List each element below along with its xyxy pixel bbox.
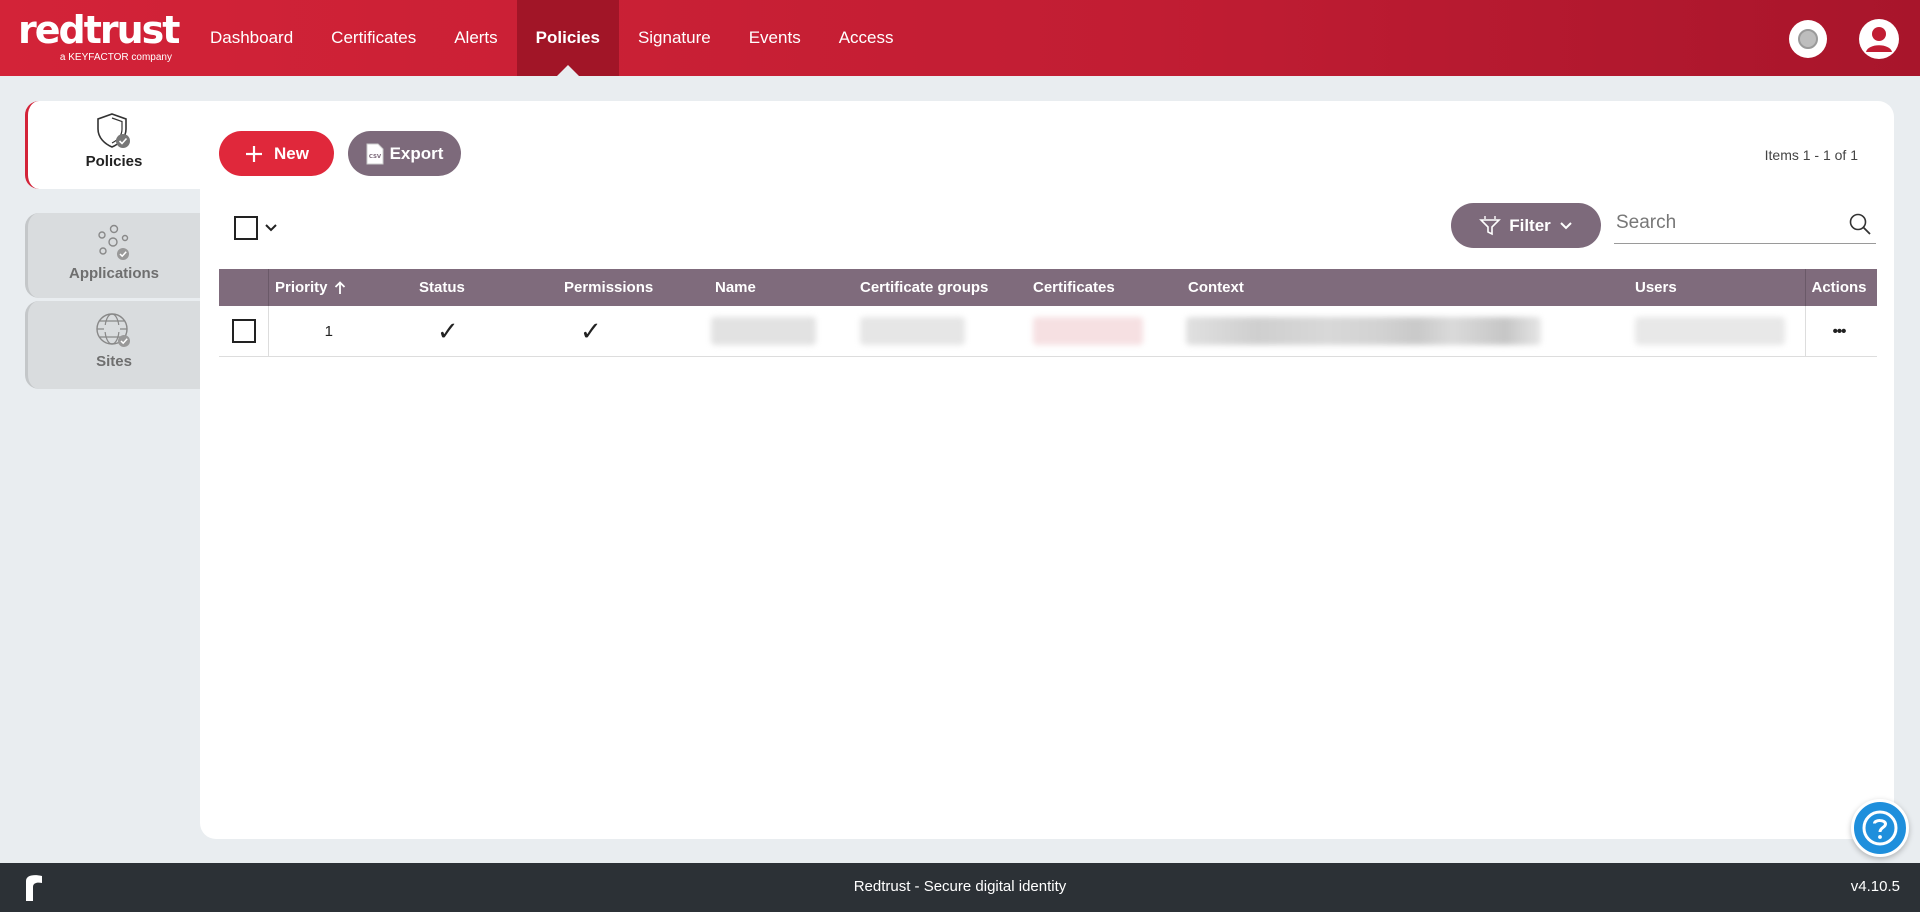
nav-policies[interactable]: Policies bbox=[516, 0, 619, 76]
sidebar-tab-label: Applications bbox=[68, 265, 159, 282]
table-row[interactable]: 1 ✓ ✓ ••• bbox=[219, 306, 1877, 357]
redacted-certificates bbox=[1033, 317, 1143, 345]
chevron-down-icon bbox=[265, 224, 277, 232]
globe-check-icon bbox=[96, 313, 130, 347]
table-header: Priority Status Permissions Name Certifi… bbox=[219, 269, 1877, 306]
nav-events[interactable]: Events bbox=[730, 0, 820, 76]
sidebar-tab-applications[interactable]: Applications bbox=[25, 213, 200, 298]
nav-access[interactable]: Access bbox=[820, 0, 913, 76]
certificates-cell bbox=[1027, 317, 1182, 345]
column-header-certificate-groups[interactable]: Certificate groups bbox=[854, 279, 1027, 296]
row-checkbox[interactable] bbox=[231, 319, 256, 343]
question-mark-icon bbox=[1862, 810, 1898, 846]
redacted-name bbox=[711, 317, 816, 345]
permissions-check-icon: ✓ bbox=[580, 315, 602, 346]
nav-certificates[interactable]: Certificates bbox=[312, 0, 435, 76]
redacted-users bbox=[1635, 317, 1785, 345]
footer: Redtrust - Secure digital identity v4.10… bbox=[0, 863, 1920, 912]
name-cell bbox=[709, 317, 854, 345]
sidebar-tab-policies[interactable]: Policies bbox=[25, 101, 200, 189]
select-all-dropdown[interactable] bbox=[234, 216, 278, 240]
sidebar-tab-sites[interactable]: Sites bbox=[25, 301, 200, 389]
sidebar-tab-label: Policies bbox=[85, 153, 143, 170]
items-count: Items 1 - 1 of 1 bbox=[1764, 147, 1858, 163]
brand-tagline: a KEYFACTOR company bbox=[59, 52, 172, 63]
sidebar-tab-label: Sites bbox=[96, 353, 132, 370]
column-header-certificates[interactable]: Certificates bbox=[1027, 279, 1182, 296]
column-header-status[interactable]: Status bbox=[413, 279, 558, 296]
sort-ascending-icon bbox=[334, 280, 345, 294]
top-navbar: redtrust a KEYFACTOR company Dashboard C… bbox=[0, 0, 1920, 76]
column-header-permissions[interactable]: Permissions bbox=[558, 279, 709, 296]
main-nav: Dashboard Certificates Alerts Policies S… bbox=[191, 0, 913, 76]
new-button-label: New bbox=[274, 143, 309, 163]
search-input[interactable] bbox=[1614, 204, 1834, 242]
policies-table: Priority Status Permissions Name Certifi… bbox=[219, 269, 1877, 357]
row-select-cell bbox=[219, 306, 269, 356]
priority-cell: 1 bbox=[324, 322, 333, 340]
export-button-label: Export bbox=[389, 143, 444, 163]
search-box bbox=[1614, 204, 1876, 244]
connection-status-indicator[interactable] bbox=[1789, 20, 1827, 58]
export-button[interactable]: CSV Export bbox=[348, 131, 461, 176]
brand-logo[interactable]: redtrust a KEYFACTOR company bbox=[18, 8, 180, 66]
column-label: Priority bbox=[275, 279, 328, 296]
row-actions-menu[interactable]: ••• bbox=[1805, 306, 1872, 356]
policies-panel: New CSV Export Items 1 - 1 of 1 Filter S… bbox=[200, 101, 1894, 839]
column-header-priority[interactable]: Priority bbox=[269, 279, 413, 296]
nav-signature[interactable]: Signature bbox=[619, 0, 730, 76]
applications-icon bbox=[98, 224, 129, 260]
redacted-certificate-groups bbox=[860, 317, 965, 345]
csv-file-icon: CSV bbox=[366, 143, 384, 164]
column-header-context[interactable]: Context bbox=[1182, 279, 1629, 296]
status-icon bbox=[1798, 29, 1818, 49]
certificate-groups-cell bbox=[854, 317, 1027, 345]
context-cell bbox=[1182, 317, 1629, 345]
funnel-icon bbox=[1479, 215, 1502, 235]
brand-name: redtrust bbox=[18, 8, 180, 52]
column-header-actions: Actions bbox=[1805, 269, 1872, 306]
select-all-checkbox[interactable] bbox=[234, 216, 258, 240]
filter-button-label: Filter bbox=[1509, 215, 1551, 235]
chevron-down-icon bbox=[1560, 221, 1572, 229]
filter-button[interactable]: Filter bbox=[1451, 203, 1601, 248]
plus-icon bbox=[246, 145, 263, 162]
shield-check-icon bbox=[97, 113, 130, 148]
redacted-context bbox=[1186, 317, 1541, 345]
new-policy-button[interactable]: New bbox=[219, 131, 334, 176]
user-icon bbox=[1860, 20, 1898, 58]
column-header-name[interactable]: Name bbox=[709, 279, 854, 296]
app-version: v4.10.5 bbox=[1850, 878, 1900, 895]
user-avatar[interactable] bbox=[1859, 19, 1899, 59]
status-check-icon: ✓ bbox=[437, 315, 459, 346]
search-icon[interactable] bbox=[1848, 212, 1872, 236]
nav-alerts[interactable]: Alerts bbox=[435, 0, 516, 76]
header-select-cell bbox=[219, 269, 269, 306]
users-cell bbox=[1629, 317, 1805, 345]
footer-tagline: Redtrust - Secure digital identity bbox=[853, 878, 1067, 895]
svg-text:CSV: CSV bbox=[368, 154, 381, 160]
column-header-users[interactable]: Users bbox=[1629, 279, 1805, 296]
help-button[interactable] bbox=[1851, 799, 1909, 857]
nav-dashboard[interactable]: Dashboard bbox=[191, 0, 312, 76]
